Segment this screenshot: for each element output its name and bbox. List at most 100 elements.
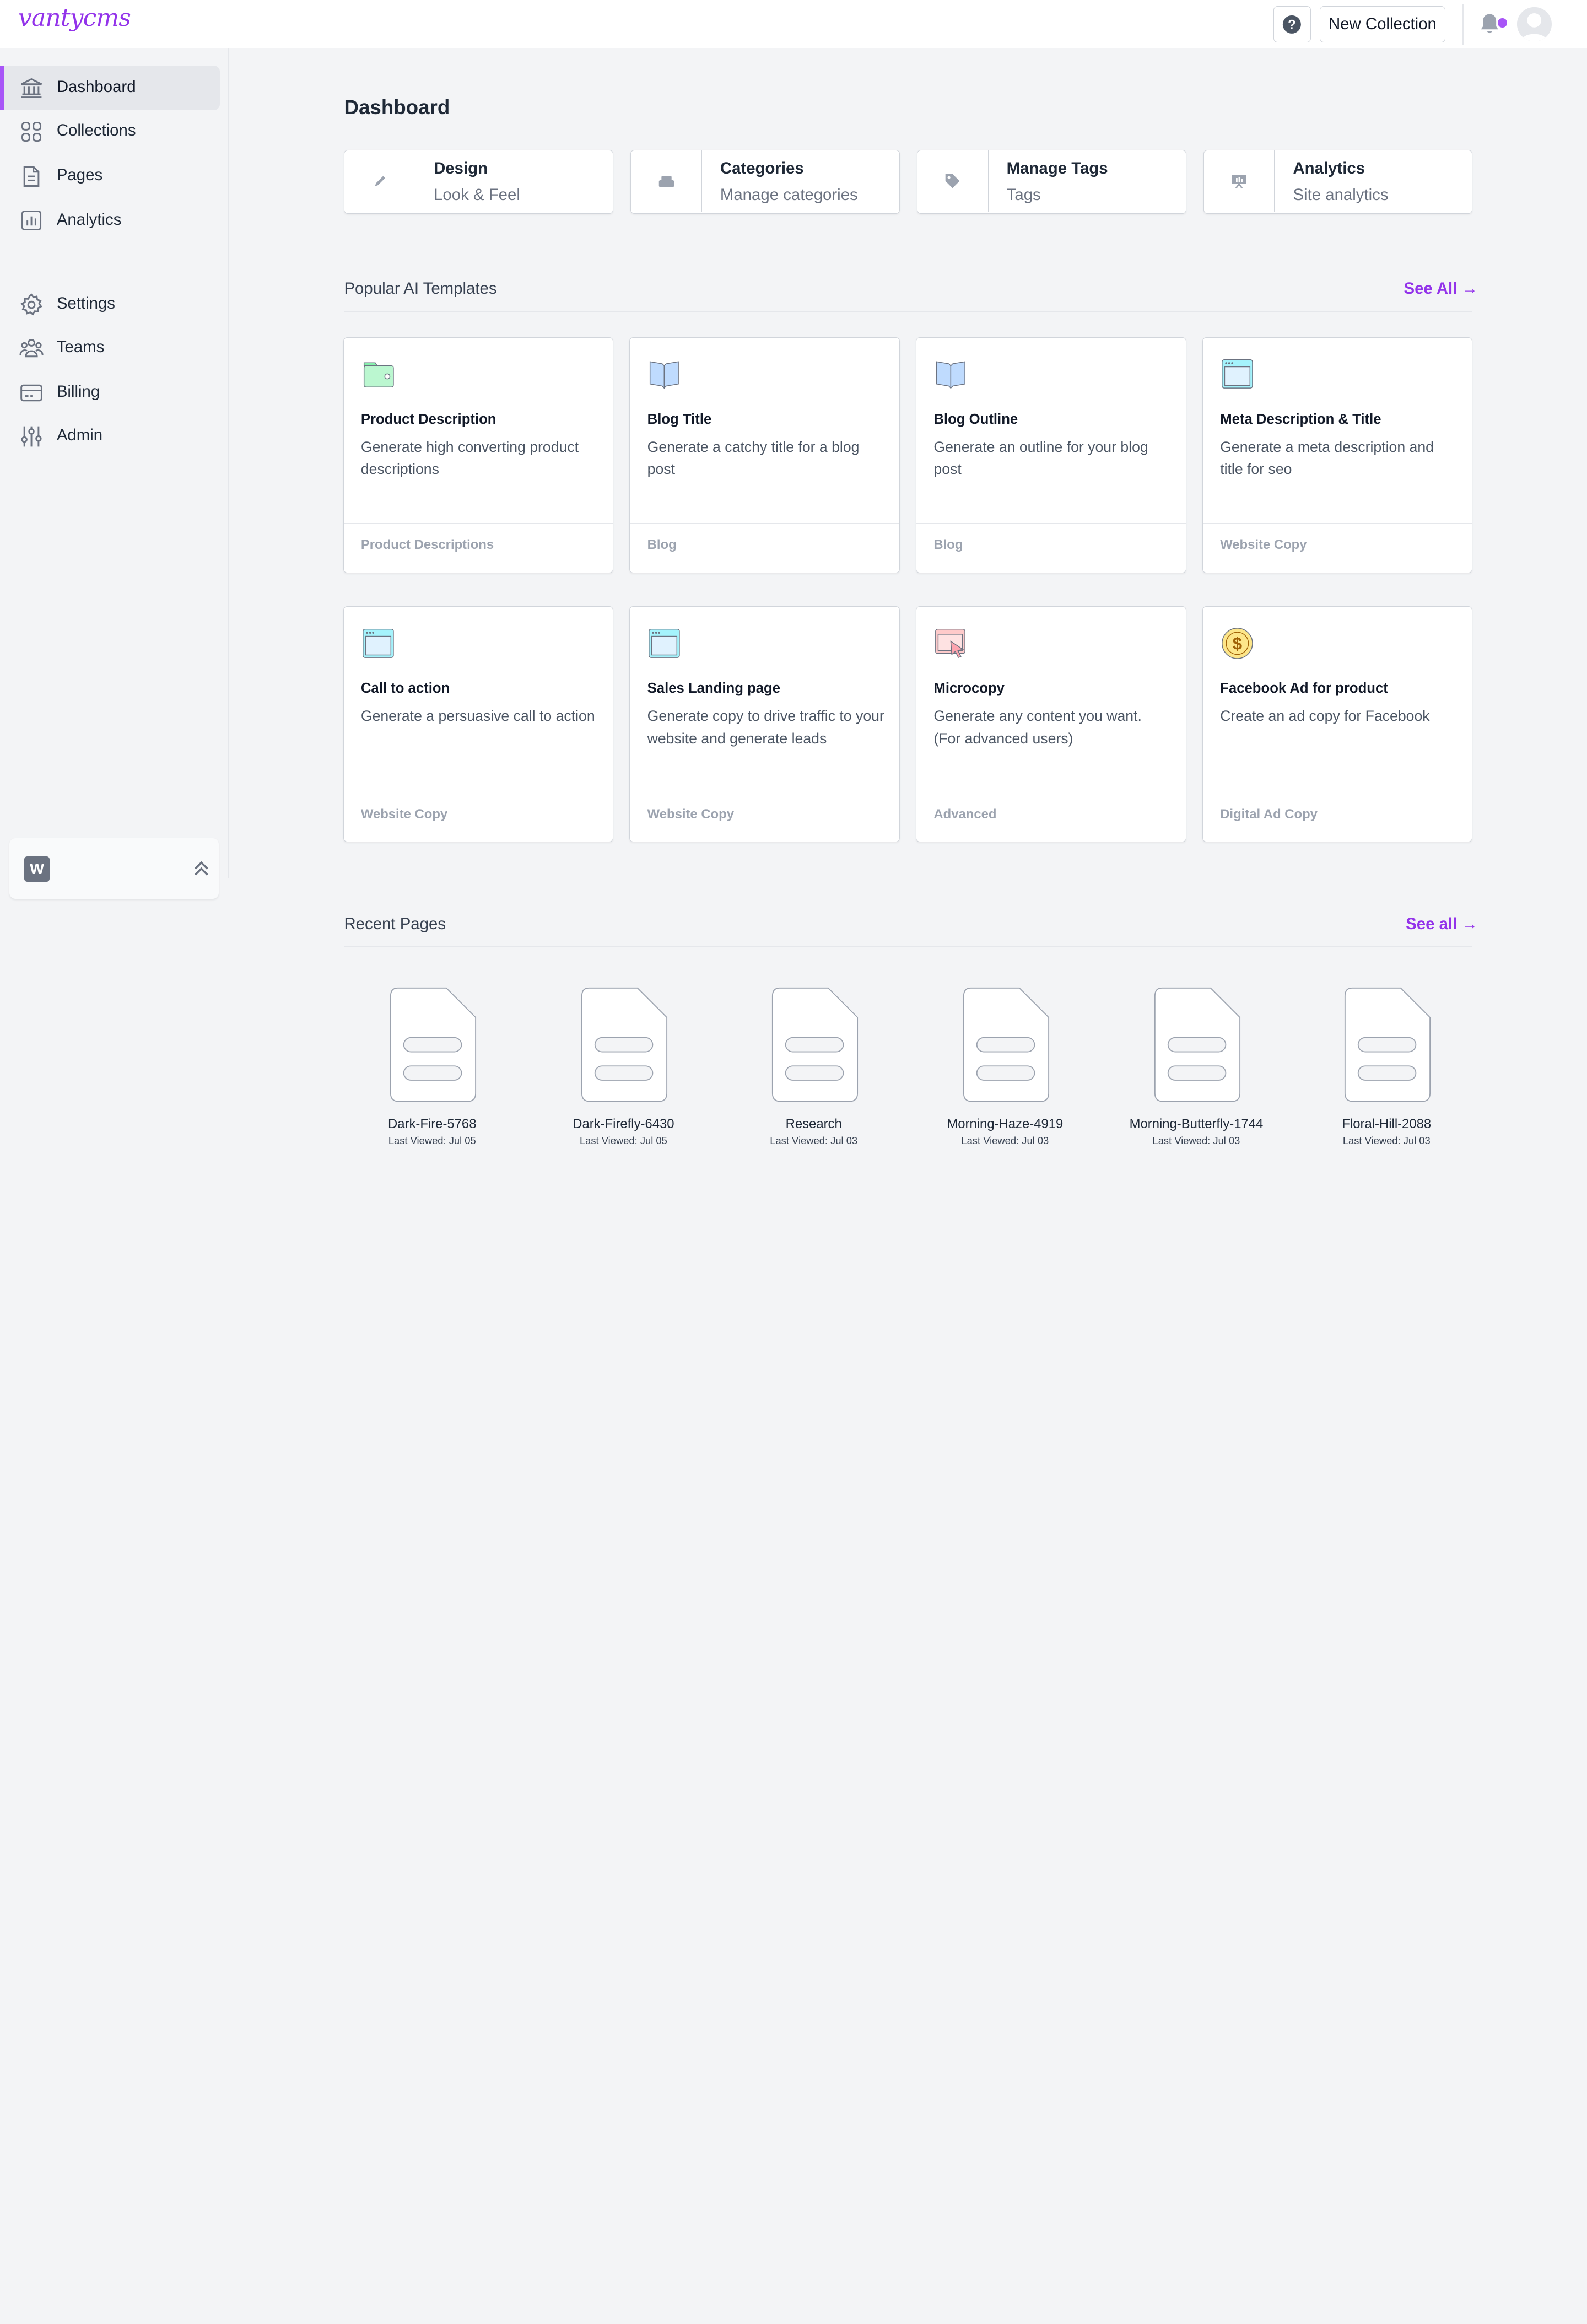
users-icon (19, 338, 44, 357)
page-name: Research (785, 1116, 842, 1131)
template-card-facebook-ad[interactable]: $ Facebook Ad for product Create an ad c… (1202, 606, 1473, 843)
tag-icon (945, 174, 960, 188)
svg-text:$: $ (1233, 634, 1242, 653)
sidebar-item-label: Analytics (56, 211, 122, 229)
section-divider (344, 946, 1473, 948)
template-footer: Digital Ad Copy (1202, 792, 1472, 842)
sidebar-item-teams[interactable]: Teams (0, 326, 220, 370)
page-last-viewed: Last Viewed: Jul 03 (1152, 1134, 1240, 1146)
quick-link-subtitle: Look & Feel (434, 186, 520, 204)
template-footer: Website Copy (1202, 522, 1472, 573)
pencil-icon (375, 176, 385, 187)
template-title: Call to action (360, 681, 450, 697)
template-footer: Product Descriptions (343, 522, 613, 573)
template-card-microcopy[interactable]: Microcopy Generate any content you want.… (916, 606, 1186, 843)
quick-link-title: Analytics (1293, 159, 1365, 178)
template-card-call-to-action[interactable]: Call to action Generate a persuasive cal… (343, 606, 614, 843)
quick-link-icon-box (1204, 150, 1275, 212)
template-footer: Blog (916, 522, 1186, 573)
recent-pages-title: Recent Pages (344, 915, 446, 934)
cursor-window-icon (935, 628, 966, 658)
recent-page-item[interactable]: Floral-Hill-2088 Last Viewed: Jul 03 (1305, 987, 1467, 1154)
sidebar-item-analytics[interactable]: Analytics (0, 198, 220, 243)
page-last-viewed: Last Viewed: Jul 05 (579, 1134, 667, 1146)
template-card-blog-outline[interactable]: Blog Outline Generate an outline for you… (916, 337, 1186, 573)
document-icon (23, 165, 40, 187)
section-divider (344, 310, 1473, 312)
wallet-icon (363, 362, 394, 388)
presentation-icon (1232, 175, 1246, 189)
page-name: Morning-Butterfly-1744 (1129, 1116, 1264, 1131)
sidebar-item-admin[interactable]: Admin (0, 414, 220, 459)
sidebar-item-settings[interactable]: Settings (0, 282, 220, 327)
browser-window-icon (1222, 359, 1253, 389)
recent-page-item[interactable]: Morning-Butterfly-1744 Last Viewed: Jul … (1115, 987, 1277, 1154)
template-description: Generate copy to drive traffic to your w… (647, 708, 884, 747)
template-category: Blog (647, 537, 677, 553)
page-name: Dark-Fire-5768 (388, 1116, 477, 1131)
bank-icon (20, 78, 42, 98)
template-title: Facebook Ad for product (1220, 681, 1388, 697)
page-title: Dashboard (344, 96, 450, 119)
quick-link-title: Categories (720, 159, 804, 178)
templates-section-title: Popular AI Templates (344, 279, 497, 298)
template-description: Generate a meta description and title fo… (1220, 438, 1434, 478)
recent-page-item[interactable]: Morning-Haze-4919 Last Viewed: Jul 03 (924, 987, 1086, 1154)
sidebar-item-billing[interactable]: Billing (0, 370, 220, 415)
template-footer: Website Copy (630, 792, 899, 842)
recent-page-item[interactable]: Dark-Fire-5768 Last Viewed: Jul 05 (351, 987, 513, 1154)
template-card-blog-title[interactable]: Blog Title Generate a catchy title for a… (629, 337, 900, 573)
user-avatar-icon (1517, 7, 1552, 42)
recent-page-item[interactable]: Dark-Firefly-6430 Last Viewed: Jul 05 (542, 987, 704, 1154)
quick-link-title: Manage Tags (1006, 159, 1108, 178)
browser-window-icon (362, 628, 394, 658)
file-icon (1154, 987, 1240, 1102)
template-card-product-description[interactable]: Product Description Generate high conver… (343, 337, 614, 573)
template-title: Blog Outline (933, 411, 1018, 427)
quick-link-manage-tags[interactable]: Manage Tags Tags (917, 149, 1186, 214)
template-description: Generate any content you want. (For adva… (933, 708, 1142, 747)
app-root: vantycms ? New Collection Dashboard Coll… (0, 0, 1587, 1265)
template-title: Microcopy (933, 681, 1005, 697)
template-description: Generate a persuasive call to action (360, 708, 595, 725)
page-last-viewed: Last Viewed: Jul 03 (961, 1134, 1049, 1146)
file-icon (1345, 987, 1431, 1102)
quick-link-design[interactable]: Design Look & Feel (344, 149, 614, 214)
question-circle-icon: ? (1283, 15, 1302, 34)
quick-link-title: Design (434, 159, 488, 178)
template-category: Blog (933, 537, 963, 553)
sidebar-item-pages[interactable]: Pages (0, 154, 220, 198)
recent-pages-see-all-link[interactable]: See all → (1406, 915, 1478, 934)
quick-link-categories[interactable]: Categories Manage categories (630, 149, 900, 214)
template-card-meta-description[interactable]: Meta Description & Title Generate a meta… (1202, 337, 1473, 573)
sidebar-item-dashboard[interactable]: Dashboard (0, 66, 220, 111)
template-footer: Website Copy (343, 792, 613, 842)
template-footer: Blog (630, 522, 899, 573)
template-description: Generate high converting product descrip… (360, 438, 579, 478)
logo[interactable]: vantycms (18, 4, 131, 32)
new-collection-button[interactable]: New Collection (1320, 6, 1445, 43)
help-button[interactable]: ? (1273, 6, 1311, 43)
sidebar-item-label: Admin (56, 426, 103, 445)
page-name: Dark-Firefly-6430 (573, 1116, 674, 1131)
template-description: Create an ad copy for Facebook (1220, 708, 1430, 725)
open-book-icon (936, 361, 966, 390)
sidebar-item-label: Pages (56, 166, 103, 185)
sidebar-item-label: Settings (56, 294, 115, 313)
recent-page-item[interactable]: Research Last Viewed: Jul 03 (733, 987, 895, 1154)
notification-dot (1498, 18, 1507, 28)
page-last-viewed: Last Viewed: Jul 05 (388, 1134, 476, 1146)
templates-see-all-link[interactable]: See All → (1404, 279, 1478, 298)
template-card-sales-landing-page[interactable]: Sales Landing page Generate copy to driv… (629, 606, 900, 843)
template-title: Meta Description & Title (1220, 411, 1381, 427)
quick-link-analytics[interactable]: Analytics Site analytics (1203, 149, 1473, 214)
sidebar-item-label: Collections (56, 121, 136, 140)
notifications-button[interactable] (1478, 12, 1500, 41)
svg-text:?: ? (1288, 17, 1296, 32)
credit-card-icon (20, 384, 42, 401)
sidebar-item-collections[interactable]: Collections (0, 109, 220, 154)
page-name: Floral-Hill-2088 (1342, 1116, 1432, 1131)
workspace-switcher[interactable]: W (9, 838, 219, 899)
chevron-double-up-icon[interactable] (191, 859, 212, 879)
avatar[interactable] (1517, 7, 1552, 42)
